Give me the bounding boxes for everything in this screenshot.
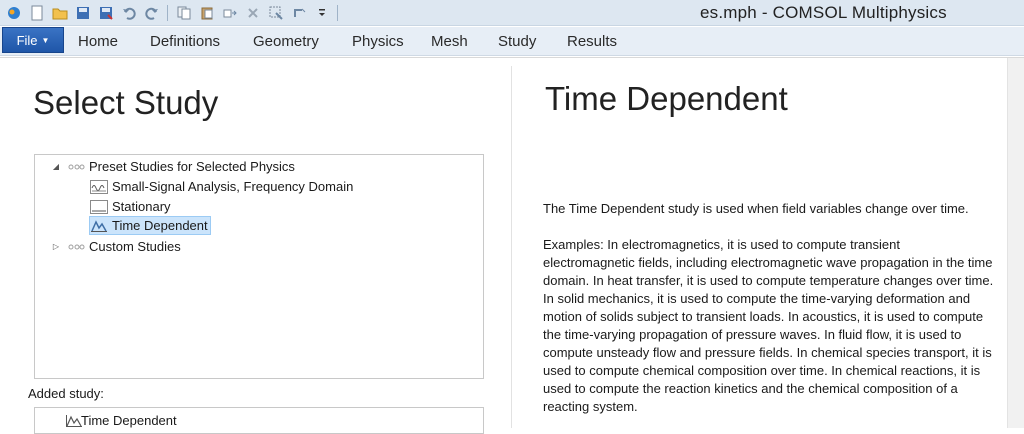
preset-studies-icon	[67, 160, 85, 174]
comsol-logo-icon[interactable]	[4, 3, 23, 22]
tab-mesh[interactable]: Mesh	[431, 33, 468, 50]
vertical-scrollbar[interactable]	[1007, 58, 1024, 428]
title-bar: es.mph - COMSOL Multiphysics	[0, 0, 1024, 26]
tree-item-label: Stationary	[112, 199, 171, 214]
chevron-down-icon: ▼	[41, 35, 50, 45]
added-study-item[interactable]: Time Dependent	[81, 413, 177, 428]
description-examples: Examples: In electromagnetics, it is use…	[543, 237, 994, 414]
added-study-label: Added study:	[28, 386, 104, 401]
open-folder-icon[interactable]	[50, 3, 69, 22]
file-menu-label: File	[16, 32, 38, 48]
ribbon-tab-bar: File ▼ Home Definitions Geometry Physics…	[0, 27, 1024, 56]
save-as-icon[interactable]	[96, 3, 115, 22]
panel-divider	[511, 66, 512, 428]
study-description-title: Time Dependent	[545, 80, 788, 117]
select-study-panel: Select Study ◢ Preset Studies for Select…	[8, 66, 510, 434]
new-file-icon[interactable]	[27, 3, 46, 22]
tab-study[interactable]: Study	[498, 33, 536, 50]
tab-definitions[interactable]: Definitions	[150, 33, 220, 50]
time-dependent-icon	[90, 219, 108, 233]
tree-item-stationary[interactable]: Stationary	[90, 197, 171, 216]
stationary-icon	[90, 199, 108, 214]
expand-triangle-icon[interactable]: ◢	[51, 162, 61, 171]
select-icon[interactable]	[266, 3, 285, 22]
paste-icon[interactable]	[197, 3, 216, 22]
tree-item-time-dependent[interactable]: Time Dependent	[89, 216, 211, 235]
tab-home[interactable]: Home	[78, 33, 118, 50]
collapsed-triangle-icon[interactable]: ▷	[51, 242, 61, 251]
tree-group-label: Custom Studies	[89, 239, 181, 254]
custom-studies-icon	[67, 240, 85, 254]
customize-dropdown-icon[interactable]	[312, 3, 331, 22]
tree-item-label: Small-Signal Analysis, Frequency Domain	[112, 179, 354, 194]
tree-group-preset-studies[interactable]: ◢ Preset Studies for Selected Physics	[51, 157, 295, 176]
study-wizard-page: Select Study ◢ Preset Studies for Select…	[0, 57, 1024, 434]
description-summary: The Time Dependent study is used when fi…	[543, 201, 969, 216]
page-title: Select Study	[33, 84, 219, 121]
tree-group-label: Preset Studies for Selected Physics	[89, 159, 295, 174]
copy-icon[interactable]	[174, 3, 193, 22]
study-tree[interactable]: ◢ Preset Studies for Selected Physics Sm…	[34, 154, 484, 379]
added-study-list[interactable]: Time Dependent	[34, 407, 484, 434]
redo-icon[interactable]	[142, 3, 161, 22]
duplicate-icon[interactable]	[220, 3, 239, 22]
tree-item-label: Time Dependent	[112, 218, 208, 233]
quick-access-toolbar	[4, 3, 340, 22]
study-description: The Time Dependent study is used when fi…	[543, 200, 995, 434]
windows-icon[interactable]	[289, 3, 308, 22]
toolbar-separator	[167, 4, 168, 21]
window-title: es.mph - COMSOL Multiphysics	[700, 3, 947, 22]
tab-results[interactable]: Results	[567, 33, 617, 50]
save-icon[interactable]	[73, 3, 92, 22]
time-dependent-icon	[65, 414, 83, 428]
tab-geometry[interactable]: Geometry	[253, 33, 319, 50]
toolbar-separator	[337, 4, 338, 21]
tree-group-custom-studies[interactable]: ▷ Custom Studies	[51, 237, 181, 256]
tab-physics[interactable]: Physics	[352, 33, 404, 50]
frequency-domain-icon	[90, 179, 108, 194]
file-menu-button[interactable]: File ▼	[2, 27, 64, 53]
tree-item-small-signal[interactable]: Small-Signal Analysis, Frequency Domain	[90, 177, 353, 196]
undo-icon[interactable]	[119, 3, 138, 22]
delete-icon[interactable]	[243, 3, 262, 22]
